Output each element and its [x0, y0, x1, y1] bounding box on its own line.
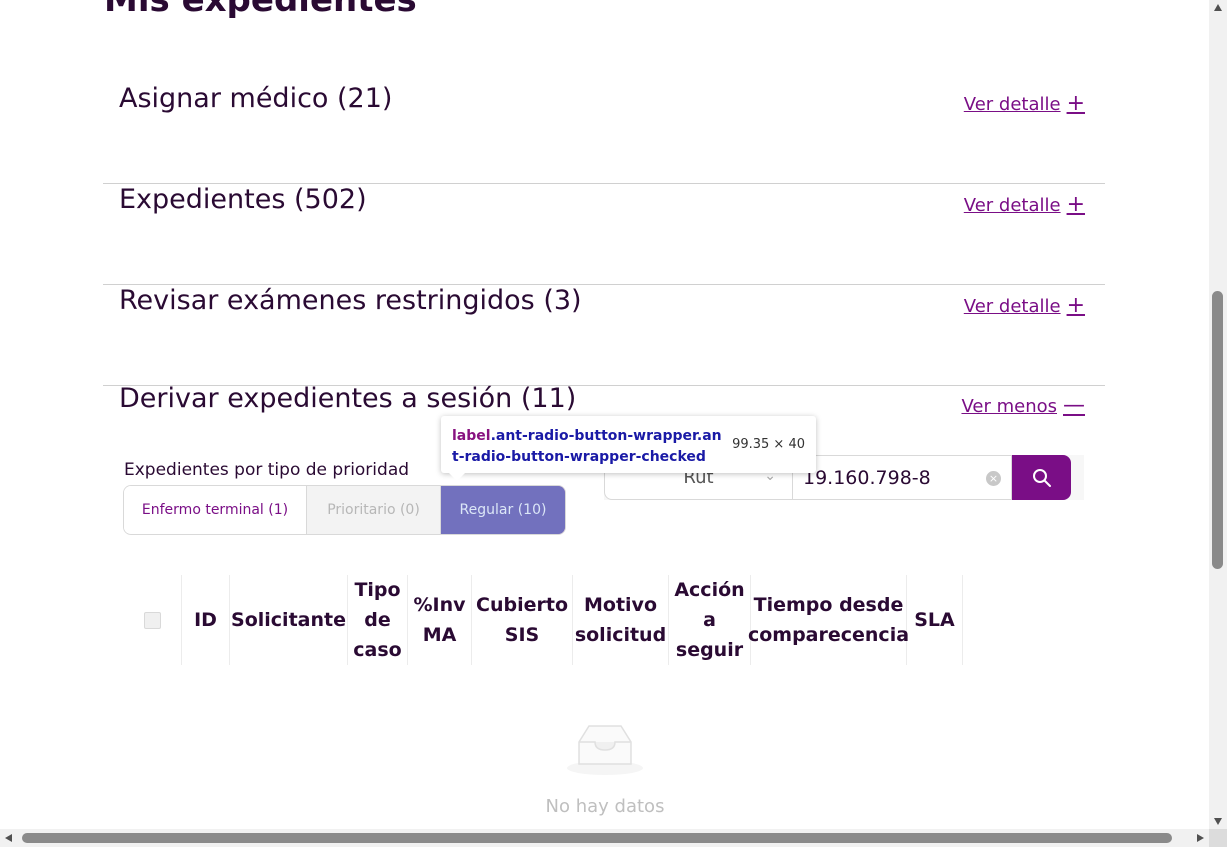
radio-enfermo-terminal[interactable]: Enfermo terminal (1)	[124, 486, 307, 534]
select-all-checkbox[interactable]	[143, 611, 161, 629]
search-button[interactable]	[1012, 455, 1071, 500]
clear-icon[interactable]: ×	[986, 471, 1001, 486]
ver-menos-link[interactable]: Ver menos —	[961, 395, 1085, 417]
section-expedientes: Expedientes (502) Ver detalle +	[103, 184, 1105, 285]
vertical-scrollbar[interactable]	[1209, 0, 1227, 829]
section-title: Expedientes (502)	[119, 184, 367, 215]
tooltip-arrow	[449, 473, 465, 481]
ver-detalle-link[interactable]: Ver detalle +	[964, 194, 1085, 216]
page-title: Mis expedientes	[104, 0, 417, 20]
link-label: Ver detalle	[963, 93, 1061, 115]
scroll-left-icon[interactable]	[5, 834, 12, 842]
column-header[interactable]: Tiempo desde comparecencia	[748, 575, 909, 665]
empty-text: No hay datos	[545, 796, 665, 817]
radio-prioritario[interactable]: Prioritario (0)	[307, 486, 441, 534]
section-title: Asignar médico (21)	[119, 83, 393, 114]
scroll-up-icon[interactable]	[1214, 4, 1222, 11]
horizontal-scrollbar[interactable]	[0, 829, 1209, 847]
column-header[interactable]: ID	[182, 575, 230, 665]
plus-icon: +	[1066, 293, 1085, 318]
priority-radio-group: Enfermo terminal (1) Prioritario (0) Reg…	[123, 485, 566, 535]
section-title: Derivar expedientes a sesión (11)	[119, 383, 577, 414]
plus-icon: +	[1066, 192, 1085, 217]
scrollbar-corner	[1209, 829, 1227, 847]
link-label: Ver menos	[961, 395, 1057, 417]
radio-regular[interactable]: Regular (10)	[441, 486, 565, 534]
column-header[interactable]: Tipo de caso	[348, 575, 408, 665]
link-label: Ver detalle	[963, 295, 1061, 317]
viewport: Mis expedientes Asignar médico (21) Ver …	[0, 0, 1209, 829]
link-label: Ver detalle	[963, 194, 1061, 216]
tooltip-selector: label.ant-radio-button-wrapper.ant-radio…	[452, 426, 722, 468]
column-select-all	[123, 575, 182, 665]
tooltip-classes: .ant-radio-button-wrapper.ant-radio-butt…	[452, 428, 722, 465]
column-header[interactable]: %Inv MA	[408, 575, 472, 665]
empty-inbox-icon	[567, 725, 643, 775]
search-icon	[1032, 468, 1051, 487]
section-title: Revisar exámenes restringidos (3)	[119, 285, 582, 316]
scroll-right-icon[interactable]	[1197, 834, 1204, 842]
ver-detalle-link[interactable]: Ver detalle +	[964, 295, 1085, 317]
column-header[interactable]: Acción a seguir	[669, 575, 751, 665]
column-header[interactable]: Solicitante	[230, 575, 348, 665]
table-header: ID Solicitante Tipo de caso %Inv MA Cubi…	[123, 575, 963, 665]
plus-icon: +	[1066, 91, 1085, 116]
filter-label: Expedientes por tipo de prioridad	[124, 460, 410, 480]
horizontal-scroll-thumb[interactable]	[22, 833, 1172, 843]
empty-state: No hay datos	[520, 720, 690, 817]
scroll-down-icon[interactable]	[1214, 818, 1222, 825]
column-header[interactable]: Motivo solicitud	[573, 575, 669, 665]
search-input-value: 19.160.798-8	[803, 466, 931, 489]
column-header[interactable]: SLA	[907, 575, 963, 665]
radio-regular-label: Regular (10)	[459, 502, 547, 518]
minus-icon: —	[1063, 393, 1085, 418]
tooltip-tag: label	[452, 428, 491, 444]
devtools-inspect-tooltip: label.ant-radio-button-wrapper.ant-radio…	[441, 416, 816, 481]
search-input[interactable]: 19.160.798-8 ×	[793, 455, 1012, 500]
column-header[interactable]: Cubierto SIS	[472, 575, 573, 665]
vertical-scroll-thumb[interactable]	[1212, 291, 1223, 569]
section-asignar-medico: Asignar médico (21) Ver detalle +	[103, 83, 1105, 184]
ver-detalle-link[interactable]: Ver detalle +	[964, 93, 1085, 115]
tooltip-dimensions: 99.35 × 40	[732, 437, 805, 452]
section-revisar-examenes: Revisar exámenes restringidos (3) Ver de…	[103, 285, 1105, 386]
